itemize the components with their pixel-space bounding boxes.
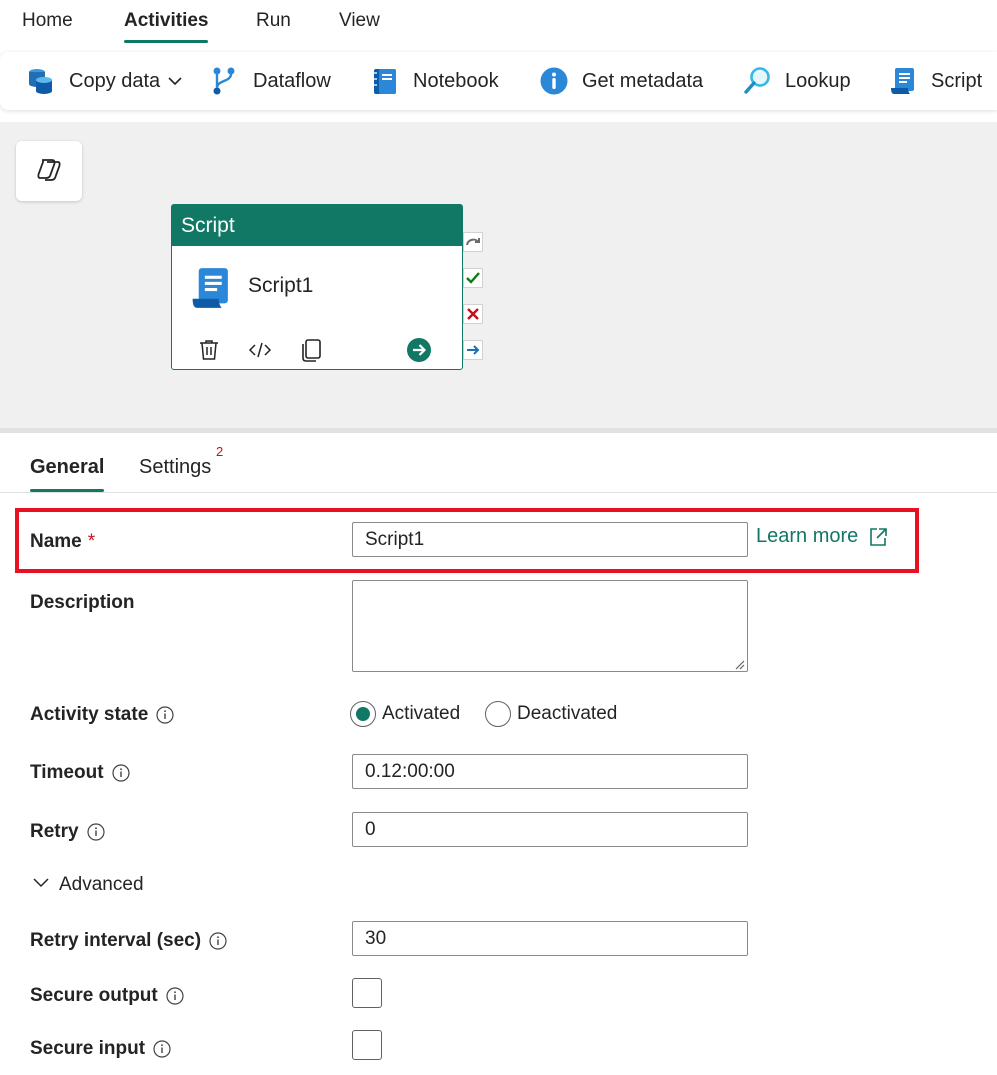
info-icon[interactable] bbox=[166, 987, 184, 1005]
activity-state-label: Activity state bbox=[30, 704, 174, 726]
description-label: Description bbox=[30, 592, 135, 614]
copy-icon[interactable] bbox=[298, 337, 324, 363]
advanced-label: Advanced bbox=[59, 873, 144, 895]
menu-tab-run[interactable]: Run bbox=[256, 10, 291, 32]
lookup-icon bbox=[742, 66, 772, 96]
retry-label-text: Retry bbox=[30, 821, 79, 842]
script-icon bbox=[888, 66, 918, 96]
chevron-down-icon bbox=[167, 73, 183, 89]
notebook-button[interactable]: Notebook bbox=[370, 52, 499, 110]
info-icon[interactable] bbox=[153, 1040, 171, 1058]
activity-state-label-text: Activity state bbox=[30, 704, 149, 725]
lookup-button[interactable]: Lookup bbox=[742, 52, 851, 110]
name-label-text: Name bbox=[30, 531, 82, 552]
script-activity-node[interactable]: Script Script1 bbox=[171, 204, 463, 370]
menu-tab-home[interactable]: Home bbox=[22, 10, 73, 32]
retry-interval-label: Retry interval (sec) bbox=[30, 930, 227, 952]
radio-deactivated-label: Deactivated bbox=[517, 703, 618, 724]
secure-output-checkbox[interactable] bbox=[352, 978, 382, 1008]
dataflow-label: Dataflow bbox=[253, 69, 331, 92]
resize-grip-icon[interactable] bbox=[733, 657, 745, 670]
retry-input[interactable] bbox=[352, 812, 748, 847]
secure-output-label-text: Secure output bbox=[30, 985, 158, 1006]
code-icon[interactable] bbox=[247, 337, 273, 363]
chevron-down-icon bbox=[32, 873, 50, 896]
info-icon[interactable] bbox=[111, 764, 130, 782]
node-activity-name: Script1 bbox=[248, 274, 314, 297]
advanced-toggle[interactable]: Advanced bbox=[32, 873, 144, 896]
required-asterisk: * bbox=[87, 531, 96, 552]
secure-input-label-text: Secure input bbox=[30, 1038, 146, 1059]
tab-settings[interactable]: Settings bbox=[139, 456, 211, 479]
settings-error-badge: 2 bbox=[216, 444, 224, 459]
script-label: Script bbox=[931, 69, 983, 92]
notebook-icon bbox=[370, 66, 400, 96]
info-icon[interactable] bbox=[209, 932, 227, 950]
learn-more-text: Learn more bbox=[756, 525, 859, 547]
info-icon bbox=[539, 66, 569, 96]
retry-interval-label-text: Retry interval (sec) bbox=[30, 930, 202, 951]
secure-output-label: Secure output bbox=[30, 985, 184, 1007]
menu-tab-activities[interactable]: Activities bbox=[124, 10, 209, 43]
copilot-icon bbox=[34, 154, 64, 189]
info-icon[interactable] bbox=[86, 823, 105, 841]
secure-input-checkbox[interactable] bbox=[352, 1030, 382, 1060]
radio-deactivated[interactable]: Deactivated bbox=[485, 701, 617, 727]
description-textarea[interactable] bbox=[352, 580, 748, 672]
name-label: Name * bbox=[30, 531, 95, 553]
success-check-icon[interactable] bbox=[463, 268, 483, 288]
active-tab-underline bbox=[124, 40, 209, 43]
copy-data-icon bbox=[26, 66, 56, 96]
copilot-button[interactable] bbox=[16, 141, 82, 201]
learn-more-link[interactable]: Learn more bbox=[756, 525, 888, 548]
menu-tab-view[interactable]: View bbox=[339, 10, 380, 32]
radio-activated-label: Activated bbox=[382, 703, 461, 724]
get-metadata-button[interactable]: Get metadata bbox=[539, 52, 703, 110]
skip-icon[interactable] bbox=[463, 232, 483, 252]
timeout-label-text: Timeout bbox=[30, 762, 104, 783]
radio-activated-circle bbox=[350, 701, 376, 727]
node-type-title: Script bbox=[181, 214, 235, 237]
retry-label: Retry bbox=[30, 821, 105, 843]
node-header: Script bbox=[172, 205, 462, 246]
radio-selected-dot bbox=[356, 707, 370, 721]
lookup-label: Lookup bbox=[785, 69, 851, 92]
get-metadata-label: Get metadata bbox=[582, 69, 704, 92]
description-label-text: Description bbox=[30, 592, 135, 613]
tab-general[interactable]: General bbox=[30, 456, 105, 492]
radio-activated[interactable]: Activated bbox=[350, 701, 460, 727]
menu-tabs: Home Activities Run View bbox=[0, 0, 997, 46]
dataflow-icon bbox=[210, 66, 240, 96]
info-icon[interactable] bbox=[156, 706, 174, 724]
go-arrow-icon[interactable] bbox=[406, 337, 432, 363]
copy-data-label: Copy data bbox=[69, 69, 161, 92]
tabs-divider bbox=[0, 492, 997, 493]
script-button[interactable]: Script bbox=[888, 52, 982, 110]
failure-x-icon[interactable] bbox=[463, 304, 483, 324]
notebook-label: Notebook bbox=[413, 69, 499, 92]
menu-tab-activities-label: Activities bbox=[124, 10, 209, 31]
canvas-divider[interactable] bbox=[0, 428, 997, 433]
timeout-input[interactable] bbox=[352, 754, 748, 789]
radio-deactivated-circle bbox=[485, 701, 511, 727]
dataflow-button[interactable]: Dataflow bbox=[210, 52, 331, 110]
delete-icon[interactable] bbox=[196, 337, 222, 363]
copy-data-button[interactable]: Copy data bbox=[26, 52, 183, 110]
tab-general-label: General bbox=[30, 456, 105, 478]
timeout-label: Timeout bbox=[30, 762, 130, 784]
activities-ribbon: Copy data Dataflow Notebook Get metadata… bbox=[0, 52, 997, 110]
completion-arrow-icon[interactable] bbox=[463, 340, 483, 360]
secure-input-label: Secure input bbox=[30, 1038, 171, 1060]
name-input[interactable] bbox=[352, 522, 748, 557]
retry-interval-input[interactable] bbox=[352, 921, 748, 956]
script-icon bbox=[188, 265, 234, 311]
pipeline-canvas[interactable] bbox=[0, 122, 997, 428]
external-link-icon bbox=[868, 527, 888, 547]
